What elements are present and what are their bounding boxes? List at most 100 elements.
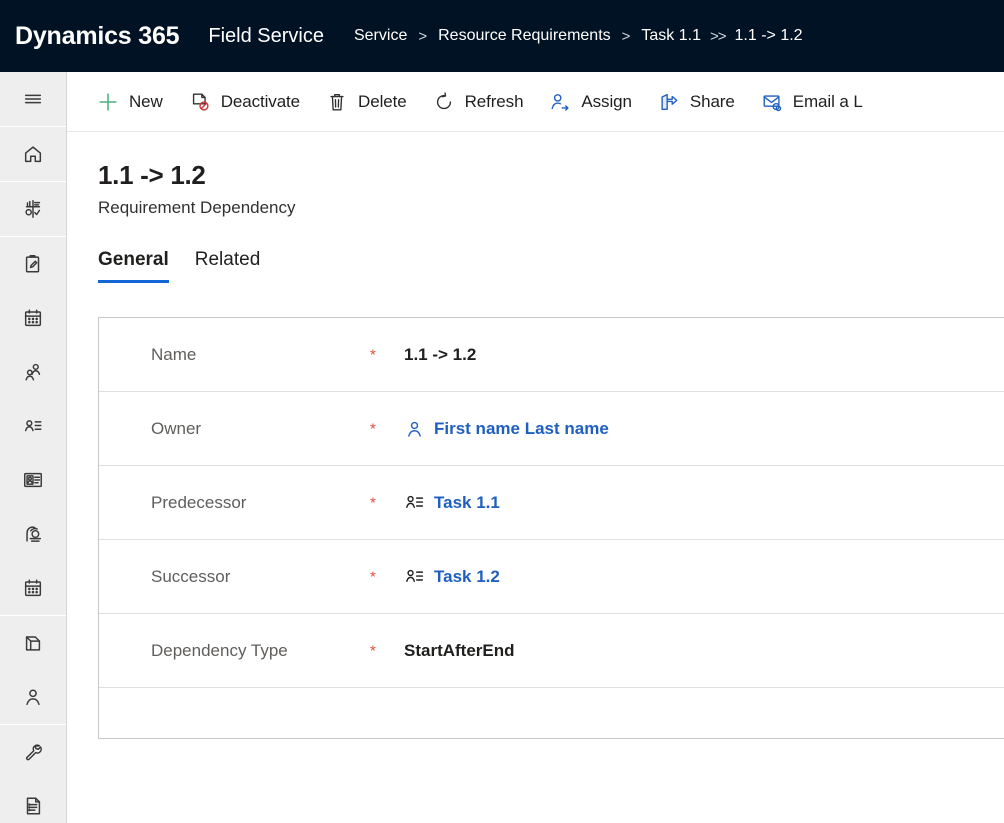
field-value[interactable]: 1.1 -> 1.2: [404, 345, 476, 365]
deactivate-button[interactable]: Deactivate: [179, 82, 310, 122]
required-asterisk: *: [370, 568, 376, 585]
plus-icon: [97, 91, 119, 113]
person-icon: [404, 418, 425, 439]
sidebar-item-bookings[interactable]: [0, 561, 66, 615]
command-button-label: Refresh: [464, 91, 524, 111]
breadcrumb-item-3[interactable]: Task 1.1: [641, 27, 701, 45]
sidebar-group-5: [0, 616, 66, 725]
sidebar-item-inventory[interactable]: [0, 616, 66, 670]
dynamics-brand-label[interactable]: Dynamics 365: [0, 22, 180, 51]
required-asterisk: *: [370, 420, 376, 437]
hamburger-menu-icon: [22, 88, 44, 110]
share-button[interactable]: Share: [648, 82, 745, 122]
command-button-label: Share: [689, 91, 735, 111]
sidebar-item-customer-assets[interactable]: [0, 670, 66, 724]
assign-button[interactable]: Assign: [539, 82, 641, 122]
app-root: Dynamics 365 Field Service Service > Resou…: [0, 0, 1004, 823]
general-form-card: Name * 1.1 -> 1.2 Owner * First name Last nam…: [98, 317, 1004, 739]
sidebar-group-4: [0, 237, 66, 616]
command-button-label: Assign: [581, 91, 632, 111]
field-label: Owner: [151, 418, 202, 438]
required-asterisk: *: [370, 346, 376, 363]
field-value-wrapper: First name Last name: [404, 418, 609, 439]
person-icon: [22, 686, 44, 708]
command-bar: New Deactivate Delete Refresh Assign Share Ema…: [67, 72, 1004, 132]
breadcrumb-item-4[interactable]: 1.1 -> 1.2: [735, 27, 803, 45]
app-name-label[interactable]: Field Service: [208, 25, 324, 48]
email-a-l-button[interactable]: Email a L: [751, 82, 873, 122]
form-row: Predecessor * Task 1.1: [99, 466, 1004, 540]
form-row: Owner * First name Last name: [99, 392, 1004, 466]
delete-button[interactable]: Delete: [316, 82, 417, 122]
tab-general[interactable]: General: [98, 249, 169, 283]
command-button-label: New: [129, 91, 163, 111]
command-button-label: Email a L: [792, 91, 863, 111]
assign-person-icon: [549, 91, 571, 113]
requirement-icon: [404, 492, 425, 513]
sidebar-item-settings[interactable]: [0, 725, 66, 779]
field-label: Successor: [151, 566, 231, 586]
field-value-link[interactable]: First name Last name: [434, 419, 609, 439]
main-content: 1.1 -> 1.2 Requirement Dependency Genera…: [67, 133, 1004, 823]
sidebar-item-contacts[interactable]: [0, 399, 66, 453]
sidebar-item-work-orders[interactable]: [0, 237, 66, 291]
wrench-icon: [22, 741, 44, 763]
command-button-label: Deactivate: [220, 91, 301, 111]
agreement-icon: [22, 523, 44, 545]
breadcrumb-item-2[interactable]: Resource Requirements: [438, 27, 611, 45]
trash-icon: [326, 91, 348, 113]
form-row: Dependency Type * StartAfterEnd: [99, 614, 1004, 688]
people-icon: [22, 361, 44, 383]
sidebar-item-agreements[interactable]: [0, 507, 66, 561]
top-header-bar: Dynamics 365 Field Service Service > Resou…: [0, 0, 1004, 72]
deactivate-icon: [189, 91, 211, 113]
left-navigation-sidebar: [0, 72, 67, 823]
field-value[interactable]: StartAfterEnd: [404, 641, 515, 661]
dashboard-chart-icon: [22, 198, 44, 220]
archive-box-icon: [22, 632, 44, 654]
requirement-icon: [404, 566, 425, 587]
command-button-label: Delete: [358, 91, 407, 111]
sidebar-item-home[interactable]: [0, 127, 66, 181]
document-list-icon: [22, 795, 44, 817]
breadcrumb-separator-icon: >: [418, 27, 428, 45]
field-label: Name: [151, 344, 197, 364]
sidebar-item-reports[interactable]: [0, 779, 66, 823]
form-row: Successor * Task 1.2: [99, 540, 1004, 614]
breadcrumb-separator-icon: >>: [710, 27, 727, 45]
refresh-icon: [433, 91, 455, 113]
refresh-button[interactable]: Refresh: [423, 82, 534, 122]
record-title: 1.1 -> 1.2: [98, 160, 206, 190]
record-entity-subtitle: Requirement Dependency: [98, 198, 296, 217]
sidebar-item-dashboards[interactable]: [0, 182, 66, 236]
tab-related[interactable]: Related: [195, 249, 261, 283]
field-value-link[interactable]: Task 1.1: [434, 493, 500, 513]
field-value-wrapper: 1.1 -> 1.2: [404, 345, 476, 365]
sidebar-group-6: [0, 725, 66, 823]
field-value-wrapper: StartAfterEnd: [404, 641, 515, 661]
breadcrumb-item-1[interactable]: Service: [354, 27, 407, 45]
sidebar-item-accounts[interactable]: [0, 345, 66, 399]
required-asterisk: *: [370, 642, 376, 659]
sidebar-group-3: [0, 182, 66, 237]
form-tabs: General Related: [98, 249, 286, 283]
share-icon: [658, 91, 680, 113]
clipboard-edit-icon: [22, 253, 44, 275]
field-value-wrapper: Task 1.2: [404, 566, 500, 587]
sidebar-item-schedule-board[interactable]: [0, 291, 66, 345]
breadcrumb: Service > Resource Requirements > Task 1.1 >>…: [354, 27, 803, 45]
field-label: Predecessor: [151, 492, 247, 512]
sidebar-group-2: [0, 127, 66, 182]
calendar-alt-icon: [22, 577, 44, 599]
form-empty-space: [99, 688, 1004, 740]
field-label: Dependency Type: [151, 640, 288, 660]
contact-card-icon: [22, 415, 44, 437]
sidebar-item-resources[interactable]: [0, 453, 66, 507]
sidebar-group-1: [0, 72, 66, 127]
field-value-wrapper: Task 1.1: [404, 492, 500, 513]
new-button[interactable]: New: [87, 82, 173, 122]
field-value-link[interactable]: Task 1.2: [434, 567, 500, 587]
id-badge-icon: [22, 469, 44, 491]
sidebar-item-site-map-toggle[interactable]: [0, 72, 66, 126]
email-link-icon: [761, 91, 783, 113]
